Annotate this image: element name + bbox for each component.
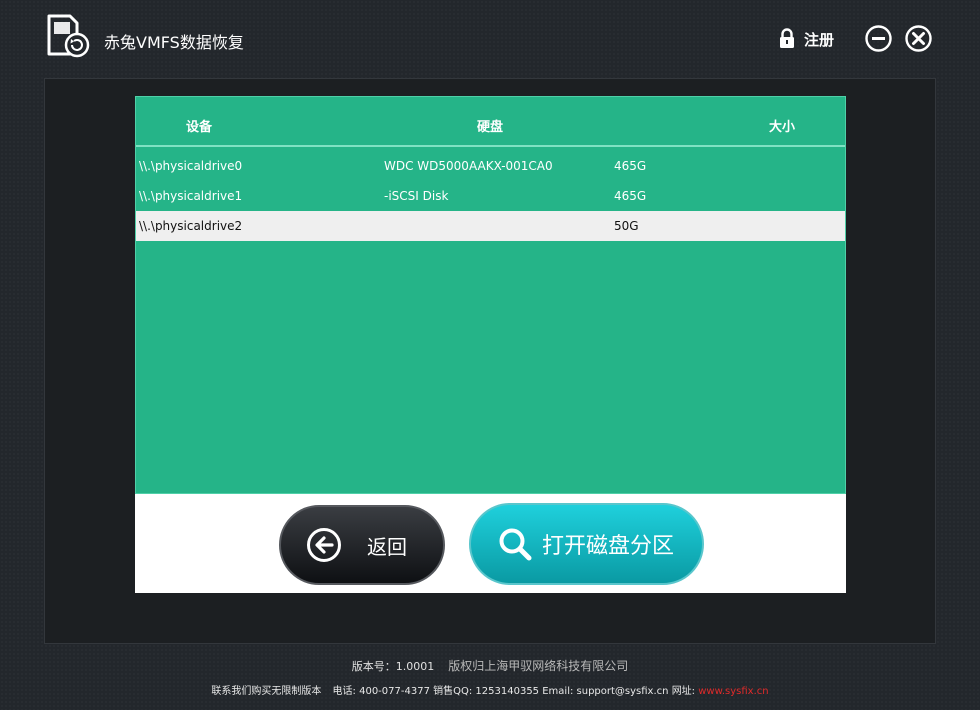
table-header: 设备 硬盘 大小: [136, 97, 845, 147]
app-disk-restore-icon: [47, 14, 90, 58]
disk-table: 设备 硬盘 大小 \\.\physicaldrive0 WDC WD5000AA…: [135, 96, 846, 494]
open-partition-button[interactable]: 打开磁盘分区: [469, 503, 704, 585]
close-icon[interactable]: [905, 25, 932, 52]
cell-device: \\.\physicaldrive1: [139, 189, 243, 203]
arrow-left-icon: [307, 528, 341, 562]
register-label: 注册: [804, 30, 835, 49]
minimize-icon[interactable]: [865, 25, 892, 52]
site-label: 网址:: [671, 686, 696, 697]
header-device: 设备: [186, 120, 213, 135]
contact-buy-text: 联系我们购买无限制版本: [211, 686, 322, 697]
header-disk: 硬盘: [477, 120, 504, 135]
phone-text: 电话: 400-077-4377: [332, 686, 430, 697]
header-size: 大小: [769, 120, 796, 135]
cell-size: 465G: [614, 189, 647, 203]
app-title: 赤兔VMFS数据恢复: [104, 33, 244, 52]
email-text: Email: support@sysfix.cn: [542, 686, 669, 697]
table-row-selected[interactable]: \\.\physicaldrive2 50G: [136, 211, 845, 241]
footer-version-line: 版本号：1.0001 版权归上海甲驭网络科技有限公司: [0, 657, 980, 674]
site-link[interactable]: www.sysfix.cn: [698, 686, 768, 697]
cell-device: \\.\physicaldrive2: [139, 219, 243, 233]
register-button[interactable]: 注册: [778, 27, 834, 51]
lock-icon: [780, 28, 794, 48]
cell-size: 50G: [614, 219, 639, 233]
table-row[interactable]: \\.\physicaldrive0 WDC WD5000AAKX-001CA0…: [136, 151, 845, 181]
cell-disk: WDC WD5000AAKX-001CA0: [384, 159, 553, 173]
title-bar: 赤兔VMFS数据恢复 注册: [0, 0, 980, 78]
copyright-text: 版权归上海甲驭网络科技有限公司: [448, 659, 629, 673]
cell-device: \\.\physicaldrive0: [139, 159, 243, 173]
cell-size: 465G: [614, 159, 647, 173]
version-text: 版本号：1.0001: [351, 660, 435, 673]
back-button[interactable]: 返回: [279, 505, 445, 585]
footer-contact-line: 联系我们购买无限制版本 电话: 400-077-4377 销售QQ: 12531…: [0, 682, 980, 697]
open-partition-label: 打开磁盘分区: [542, 534, 675, 559]
table-row[interactable]: \\.\physicaldrive1 -iSCSI Disk 465G: [136, 181, 845, 211]
qq-text: 销售QQ: 1253140355: [433, 686, 540, 697]
cell-disk: -iSCSI Disk: [384, 189, 449, 203]
back-label: 返回: [367, 534, 407, 559]
search-icon: [499, 528, 532, 561]
